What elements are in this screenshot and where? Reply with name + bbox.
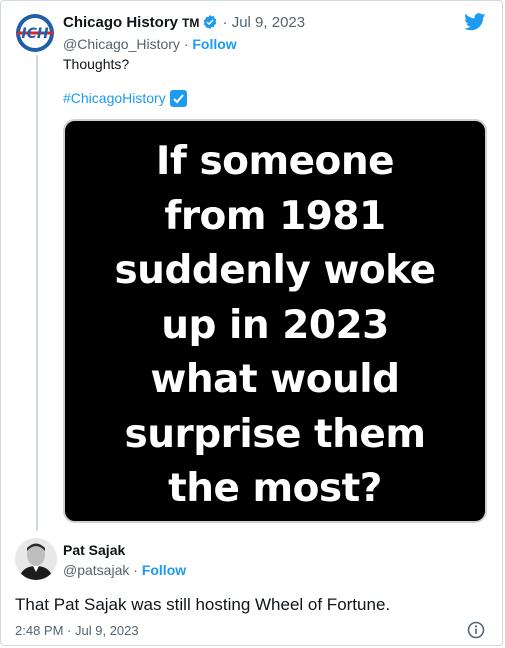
- separator-dot: ·: [183, 36, 189, 52]
- reply-follow-link[interactable]: Follow: [142, 562, 186, 578]
- info-icon[interactable]: [467, 621, 485, 644]
- media-caption: If someone from 1981 suddenly woke up in…: [65, 135, 485, 517]
- media-line: what would: [150, 357, 400, 402]
- verified-badge-icon: [202, 14, 218, 35]
- reply-time: 2:48 PM: [15, 623, 64, 638]
- chicago-history-logo-icon: ICH: [13, 11, 57, 55]
- separator-dot: ·: [67, 623, 72, 638]
- media-line: surprise them: [124, 411, 426, 457]
- tweet-text: Thoughts?: [63, 56, 130, 72]
- reply-timestamp[interactable]: 2:48 PM · Jul 9, 2023: [15, 623, 139, 639]
- reply-text: That Pat Sajak was still hosting Wheel o…: [15, 595, 391, 614]
- tweet-hashtag-row: #ChicagoHistory: [63, 89, 187, 107]
- twitter-bird-icon[interactable]: [464, 13, 486, 36]
- thread-connector-line: [36, 55, 38, 531]
- author-name[interactable]: Chicago History: [63, 14, 178, 31]
- media-line: from 1981: [164, 193, 386, 239]
- author-suffix: TM: [182, 16, 200, 30]
- hashtag-link[interactable]: #ChicagoHistory: [63, 90, 166, 106]
- tweet-embed-card: ICH Chicago History TM · Jul 9, 2023 @Chi…: [0, 0, 503, 646]
- media-line: up in 2023: [161, 302, 389, 348]
- media-line: If someone: [155, 139, 395, 184]
- follow-link[interactable]: Follow: [192, 36, 236, 52]
- tweet-media-image[interactable]: If someone from 1981 suddenly woke up in…: [63, 119, 487, 523]
- svg-text:ICH: ICH: [21, 26, 48, 42]
- media-line: the most?: [168, 466, 382, 511]
- tweet-date[interactable]: Jul 9, 2023: [232, 14, 305, 31]
- tweet-author-row: Chicago History TM · Jul 9, 2023: [63, 14, 305, 35]
- media-line: suddenly woke: [114, 248, 436, 293]
- reply-handle-row: @patsajak · Follow: [63, 561, 186, 579]
- reply-author-handle[interactable]: @patsajak: [63, 562, 129, 578]
- tweet-handle-row: @Chicago_History · Follow: [63, 35, 237, 53]
- reply-author-name[interactable]: Pat Sajak: [63, 541, 125, 559]
- pat-sajak-avatar[interactable]: [15, 538, 57, 580]
- check-mark-button-icon: [169, 90, 187, 107]
- author-handle[interactable]: @Chicago_History: [63, 36, 180, 52]
- separator-dot: ·: [133, 562, 138, 578]
- chicago-history-avatar[interactable]: ICH: [13, 11, 57, 55]
- reply-date: Jul 9, 2023: [75, 623, 139, 638]
- person-photo-icon: [15, 538, 57, 580]
- separator-dot: ·: [222, 14, 228, 31]
